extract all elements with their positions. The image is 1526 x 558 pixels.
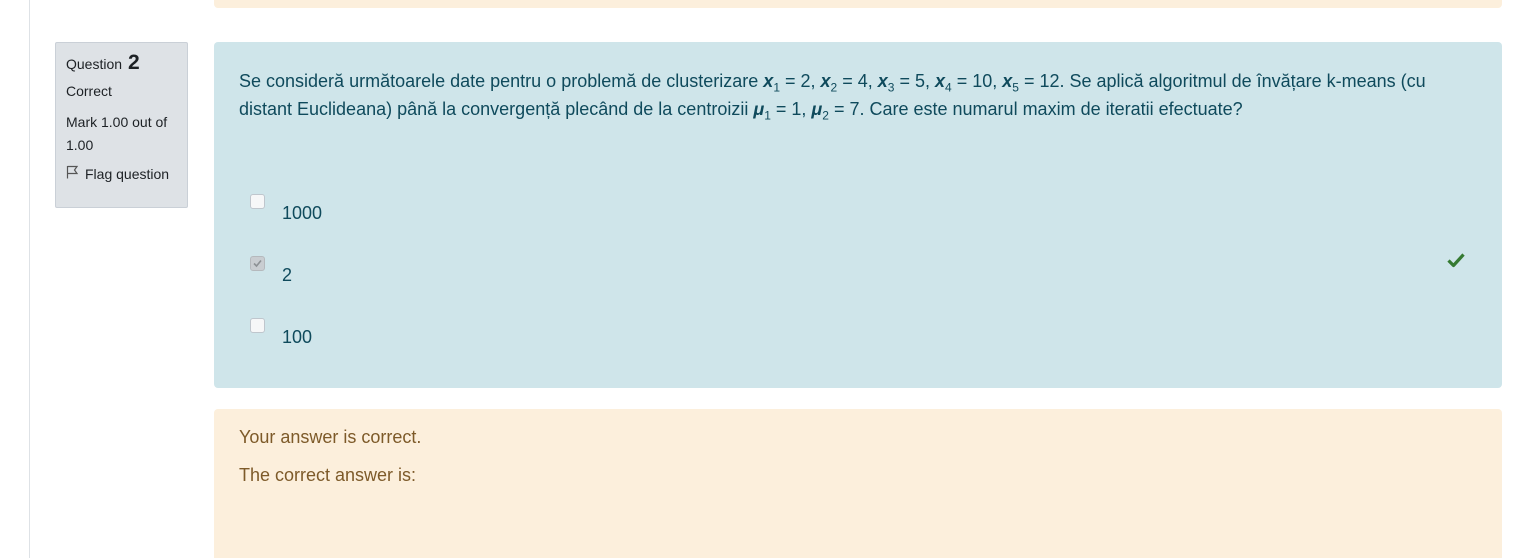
- question-text: Se consideră următoarele date pentru o p…: [239, 67, 1479, 123]
- question-label: Question: [66, 56, 123, 72]
- var-x5: x: [1002, 71, 1013, 91]
- specific-feedback: Your answer is correct.: [239, 427, 422, 447]
- x1-value: = 2,: [780, 71, 821, 91]
- sub-1: 1: [773, 80, 780, 95]
- x3-value: = 5,: [894, 71, 935, 91]
- answer-checkbox[interactable]: [250, 318, 265, 333]
- var-x1: x: [763, 71, 774, 91]
- sub-mu1: 1: [764, 108, 771, 123]
- sub-mu2: 2: [822, 108, 829, 123]
- answer-checkbox[interactable]: [250, 194, 265, 209]
- sub-5: 5: [1012, 80, 1019, 95]
- var-x3: x: [877, 71, 888, 91]
- var-mu1: μ: [753, 99, 765, 119]
- previous-question-feedback: [214, 0, 1502, 8]
- answer-checkbox-checked[interactable]: [250, 256, 265, 271]
- sub-4: 4: [945, 80, 952, 95]
- question-grade: Mark 1.00 out of 1.00: [66, 114, 168, 153]
- question-number: Question 2: [66, 51, 177, 75]
- right-answer-label: The correct answer is:: [239, 465, 417, 485]
- answer-option[interactable]: 2: [250, 253, 1470, 286]
- var-x4: x: [935, 71, 946, 91]
- checkbox-check-icon: [253, 259, 262, 268]
- quiz-review-page: Question 2 Correct Mark 1.00 out of 1.00…: [0, 0, 1526, 558]
- question-feedback: Your answer is correct. The correct answ…: [214, 409, 1502, 558]
- answer-label: 1000: [282, 203, 323, 223]
- var-mu2: μ: [811, 99, 823, 119]
- question-state: Correct: [66, 83, 112, 99]
- question-text-intro: Se consideră următoarele date pentru o p…: [239, 71, 764, 91]
- mu1-value: = 1,: [770, 99, 812, 119]
- left-divider: [29, 0, 30, 558]
- var-x2: x: [820, 71, 831, 91]
- question-info-panel: Question 2 Correct Mark 1.00 out of 1.00…: [55, 42, 188, 208]
- question-content: Se consideră următoarele date pentru o p…: [214, 42, 1502, 388]
- x2-value: = 4,: [837, 71, 878, 91]
- answer-option[interactable]: 1000: [250, 194, 1470, 224]
- x4-value: = 10,: [951, 71, 1003, 91]
- answer-option[interactable]: 100: [250, 318, 1470, 348]
- flag-question-link[interactable]: Flag question: [66, 165, 177, 182]
- answer-label: 100: [282, 327, 313, 347]
- question-number-value: 2: [127, 51, 140, 74]
- flag-question-label: Flag question: [85, 165, 170, 182]
- answer-label: 2: [282, 265, 293, 285]
- check-icon: [1447, 252, 1465, 273]
- mu2-value: = 7. Care este numarul maxim de iteratii…: [828, 99, 1243, 119]
- flag-icon: [66, 165, 85, 182]
